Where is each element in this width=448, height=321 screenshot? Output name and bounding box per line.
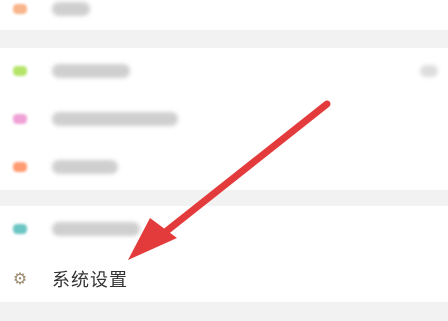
menu-item-blurred-2[interactable] <box>0 48 448 94</box>
menu-item-partial-top[interactable] <box>0 0 448 32</box>
system-settings-label: 系统设置 <box>52 270 128 291</box>
menu-item-blurred-4[interactable] <box>0 144 448 190</box>
peach-icon <box>10 0 30 19</box>
gear-icon: ⚙ <box>12 269 28 288</box>
green-icon <box>10 61 30 81</box>
menu-group-bottom: ⚙ 系统设置 <box>0 206 448 302</box>
obscured-label <box>52 222 140 236</box>
system-settings-item[interactable]: ⚙ 系统设置 <box>0 256 448 302</box>
teal-icon <box>10 219 30 239</box>
obscured-label <box>52 112 178 126</box>
obscured-value <box>420 65 438 77</box>
menu-group-top <box>0 0 448 30</box>
pink-icon <box>10 109 30 129</box>
obscured-label <box>52 64 130 78</box>
menu-item-blurred-3[interactable] <box>0 96 448 142</box>
obscured-label <box>52 2 90 16</box>
obscured-label <box>52 160 118 174</box>
screen: ⚙ 系统设置 <box>0 0 448 321</box>
orange-icon <box>10 157 30 177</box>
menu-item-blurred-5[interactable] <box>0 206 448 252</box>
menu-group-middle <box>0 48 448 190</box>
